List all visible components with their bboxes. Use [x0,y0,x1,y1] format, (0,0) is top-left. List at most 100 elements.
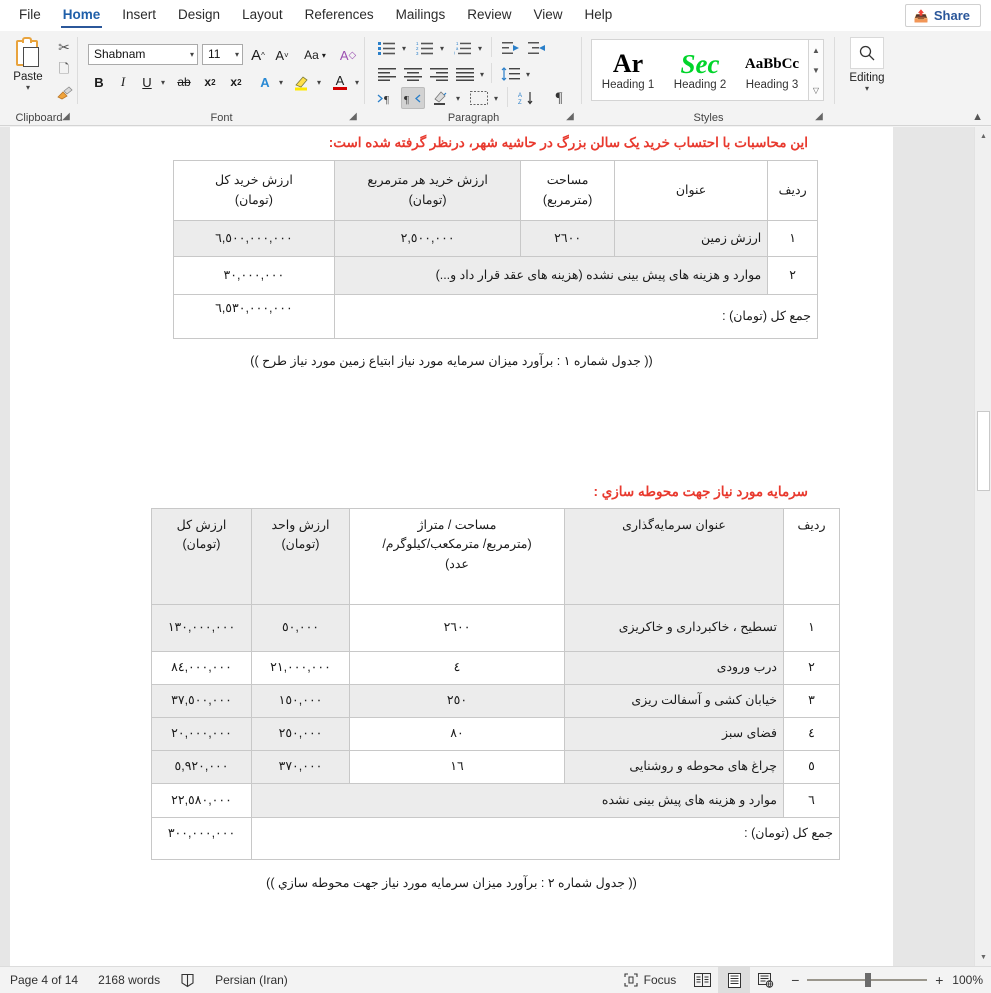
italic-button[interactable]: I [112,71,134,93]
text-effects-button[interactable]: A [254,71,276,93]
shading-button[interactable] [429,87,453,109]
word-count[interactable]: 2168 words [88,967,170,993]
styles-scroll-down-icon[interactable]: ▼ [810,60,823,80]
ltr-text-direction-button[interactable]: ¶ [375,87,399,109]
table-2[interactable]: ردیف عنوان سرمایه‌گذاری مساحت / متراژ (م… [151,508,840,860]
focus-icon [624,973,638,987]
zoom-slider[interactable]: − + [782,972,952,988]
tab-help[interactable]: Help [574,0,624,31]
proofing-errors-icon[interactable] [170,967,205,993]
align-right-button[interactable] [427,63,451,85]
style-heading-1[interactable]: Ar Heading 1 [592,40,664,100]
bullets-chevron-down-icon[interactable]: ▾ [399,37,409,59]
shrink-font-button[interactable]: A ˅ [270,44,294,66]
scrollbar-thumb[interactable] [977,411,990,491]
clear-formatting-button[interactable]: A ◇ [336,44,360,66]
numbering-chevron-down-icon[interactable]: ▾ [437,37,447,59]
tab-insert[interactable]: Insert [111,0,167,31]
strikethrough-button[interactable]: ab [172,71,196,93]
justify-button[interactable] [453,63,477,85]
zoom-level[interactable]: 100% [952,973,991,987]
tab-file[interactable]: File [8,0,52,31]
chevron-down-icon[interactable]: ▾ [26,84,30,92]
document-page[interactable]: این محاسبات با احتساب خرید یک سالن بزرگ … [10,127,893,966]
font-name-combo[interactable]: Shabnam ▾ [88,44,198,65]
grow-font-button[interactable]: A ^ [246,44,270,66]
t1-h-total: ارزش خرید کل (تومان) [173,160,335,221]
zoom-in-button[interactable]: + [934,972,944,988]
style-heading-3[interactable]: AaBbCc Heading 3 [736,40,808,100]
styles-more-icon[interactable]: ▽ [810,80,823,100]
align-center-button[interactable] [401,63,425,85]
font-color-chevron-down-icon[interactable]: ▾ [352,71,362,93]
vertical-scrollbar[interactable]: ▲ ▼ [974,127,991,966]
sort-button[interactable]: AZ [515,87,539,109]
zoom-out-button[interactable]: − [790,972,800,988]
superscript-button[interactable]: x2 [224,71,248,93]
borders-chevron-down-icon[interactable]: ▾ [491,87,501,109]
read-mode-button[interactable] [686,967,718,993]
zoom-thumb[interactable] [865,973,872,987]
numbering-button[interactable]: 123 [413,37,437,59]
web-layout-button[interactable] [750,967,782,993]
shading-chevron-down-icon[interactable]: ▾ [453,87,463,109]
tab-review[interactable]: Review [456,0,522,31]
tab-view[interactable]: View [522,0,573,31]
paragraph-dialog-launcher-icon[interactable]: ◢ [564,111,576,123]
font-dialog-launcher-icon[interactable]: ◢ [347,111,359,123]
underline-chevron-down-icon[interactable]: ▾ [158,71,168,93]
change-case-button[interactable]: Aa ▾ [298,44,332,66]
styles-gallery-scrollbar[interactable]: ▲ ▼ ▽ [809,39,824,101]
focus-button[interactable]: Focus [614,967,687,993]
tab-layout[interactable]: Layout [231,0,294,31]
scroll-down-icon[interactable]: ▼ [976,949,991,965]
tab-design[interactable]: Design [167,0,231,31]
chevron-down-icon[interactable]: ▾ [865,85,869,93]
highlight-chevron-down-icon[interactable]: ▾ [314,71,324,93]
page-indicator[interactable]: Page 4 of 14 [0,967,88,993]
editing-button[interactable]: Editing ▾ [845,37,889,103]
increase-indent-button[interactable] [525,37,549,59]
tab-references[interactable]: References [294,0,385,31]
clipboard-dialog-launcher-icon[interactable]: ◢ [60,111,72,123]
web-layout-icon [758,972,774,988]
bold-button[interactable]: B [88,71,110,93]
highlight-button[interactable] [290,71,314,93]
copy-icon[interactable]: 🗋 [52,61,76,81]
format-painter-icon[interactable] [52,83,76,103]
tab-home[interactable]: Home [52,0,112,31]
multilevel-chevron-down-icon[interactable]: ▾ [475,37,485,59]
print-layout-button[interactable] [718,966,751,993]
multilevel-list-button[interactable]: 1ai [451,37,475,59]
language-indicator[interactable]: Persian (Iran) [205,967,298,993]
rtl-text-direction-button[interactable]: ¶ [401,87,425,109]
text-effects-chevron-down-icon[interactable]: ▾ [276,71,286,93]
line-spacing-button[interactable] [499,63,523,85]
style-heading-2[interactable]: Sec Heading 2 [664,40,736,100]
scroll-up-icon[interactable]: ▲ [976,128,991,144]
tab-mailings[interactable]: Mailings [385,0,457,31]
table-1[interactable]: ردیف عنوان مساحت (مترمربع) ارزش خرید هر … [173,160,819,339]
decrease-indent-button[interactable] [499,37,523,59]
font-color-button[interactable]: A [328,71,352,93]
styles-dialog-launcher-icon[interactable]: ◢ [813,111,825,123]
table-row-header: ردیف عنوان مساحت (مترمربع) ارزش خرید هر … [173,160,818,221]
align-chevron-down-icon[interactable]: ▾ [477,63,487,85]
font-size-combo[interactable]: 11 ▾ [202,44,243,65]
line-spacing-chevron-down-icon[interactable]: ▾ [523,63,533,85]
document-canvas: این محاسبات با احتساب خرید یک سالن بزرگ … [0,127,991,966]
bullets-button[interactable] [375,37,399,59]
align-left-button[interactable] [375,63,399,85]
subscript-button[interactable]: x2 [198,71,222,93]
underline-button[interactable]: U [136,71,158,93]
subscript-index: 2 [211,77,216,87]
zoom-track[interactable] [807,973,928,987]
styles-scroll-up-icon[interactable]: ▲ [810,40,823,60]
borders-button[interactable] [467,87,491,109]
show-formatting-marks-button[interactable]: ¶ [547,87,571,109]
collapse-ribbon-button[interactable]: ▲ [972,111,983,123]
t2-r1-qty: ٢٦٠٠ [349,604,565,652]
paste-button[interactable]: Paste ▾ [6,36,50,98]
cut-icon[interactable]: ✂ [52,37,76,57]
share-button[interactable]: 📤 Share [904,4,981,27]
